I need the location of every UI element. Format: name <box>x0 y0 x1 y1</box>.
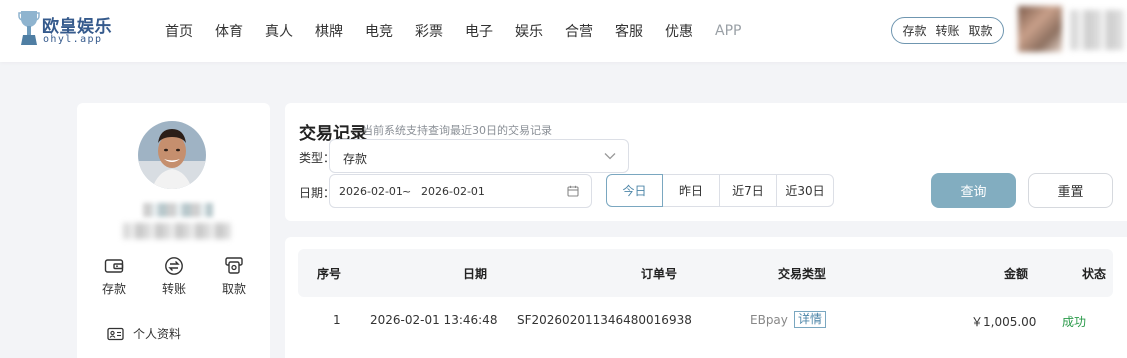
chevron-down-icon <box>604 153 616 160</box>
wallet-actions: 存款 转账 取款 <box>89 256 259 297</box>
withdraw-icon <box>224 256 244 276</box>
nav-partner[interactable]: 合营 <box>565 21 593 41</box>
preset-today[interactable]: 今日 <box>606 174 663 207</box>
page-subtitle: 当前系统支持查询最近30日的交易记录 <box>362 124 552 137</box>
sidebar-item-label: 个人资料 <box>133 327 182 341</box>
nav-sports[interactable]: 体育 <box>215 21 243 41</box>
withdraw-label: 取款 <box>221 282 246 296</box>
avatar-image <box>138 121 206 189</box>
row-status-badge: 成功 <box>1062 315 1087 329</box>
trophy-logo-icon <box>18 11 40 45</box>
date-range-picker[interactable]: 2026-02-01 ~ 2026-02-01 <box>329 174 592 208</box>
username-blurred <box>143 203 213 217</box>
preset-yesterday[interactable]: 昨日 <box>662 174 720 207</box>
nav-live[interactable]: 真人 <box>265 21 293 41</box>
row-type: EBpay <box>750 313 788 327</box>
date-range-presets: 今日 昨日 近7日 近30日 <box>606 174 834 207</box>
type-select[interactable]: 存款 <box>329 139 629 173</box>
column-header-date: 日期 <box>463 267 488 281</box>
quick-transfer-button[interactable]: 转账 <box>935 22 959 39</box>
type-select-value: 存款 <box>343 152 368 166</box>
user-sidebar: 存款 转账 取款 个人资料 <box>77 103 270 358</box>
quick-withdraw-button[interactable]: 取款 <box>968 22 992 39</box>
row-detail-link[interactable]: 详情 <box>794 311 827 328</box>
date-end: 2026-02-01 <box>421 185 485 198</box>
main-nav: 首页 体育 真人 棋牌 电竞 彩票 电子 娱乐 合营 客服 优惠 APP <box>165 0 763 62</box>
column-header-status: 状态 <box>1082 267 1107 281</box>
nav-slots[interactable]: 电子 <box>465 21 493 41</box>
column-header-index: 序号 <box>317 267 342 281</box>
nav-promotions[interactable]: 优惠 <box>665 21 693 41</box>
column-header-type: 交易类型 <box>778 267 827 281</box>
nav-lottery[interactable]: 彩票 <box>415 21 443 41</box>
row-date: 2026-02-01 13:46:48 <box>370 313 498 327</box>
nav-cards[interactable]: 棋牌 <box>315 21 343 41</box>
wallet-icon <box>104 256 124 276</box>
top-header: 欧皇娱乐 ohyl.app 首页 体育 真人 棋牌 电竞 彩票 电子 娱乐 合营… <box>0 0 1127 62</box>
query-button[interactable]: 查询 <box>931 173 1016 208</box>
preset-30-days[interactable]: 近30日 <box>776 174 834 207</box>
user-avatar <box>138 121 206 189</box>
brand-domain: ohyl.app <box>43 34 103 45</box>
table-header: 序号 日期 订单号 交易类型 金额 状态 <box>298 249 1113 297</box>
row-order-no: SF202602011346480016938 <box>517 313 692 327</box>
row-amount: ￥1,005.00 <box>971 315 1037 329</box>
transaction-filter-panel: 交易记录 当前系统支持查询最近30日的交易记录 类型： 存款 日期： 2026-… <box>285 103 1127 221</box>
nav-home[interactable]: 首页 <box>165 21 193 41</box>
nav-entertainment[interactable]: 娱乐 <box>515 21 543 41</box>
date-separator: ~ <box>402 185 412 198</box>
nav-support[interactable]: 客服 <box>615 21 643 41</box>
row-index: 1 <box>333 313 341 327</box>
nav-app[interactable]: APP <box>715 23 741 39</box>
transfer-action[interactable]: 转账 <box>149 256 199 297</box>
user-detail-blurred <box>123 223 231 239</box>
quick-deposit-button[interactable]: 存款 <box>902 22 926 39</box>
transfer-icon <box>164 256 184 276</box>
reset-button[interactable]: 重置 <box>1028 173 1113 208</box>
deposit-action[interactable]: 存款 <box>89 256 139 297</box>
transfer-label: 转账 <box>161 282 186 296</box>
sidebar-item-profile[interactable]: 个人资料 <box>107 325 181 342</box>
id-card-icon <box>107 327 124 340</box>
transaction-table: 序号 日期 订单号 交易类型 金额 状态 1 2026-02-01 13:46:… <box>285 237 1127 358</box>
quick-actions: 存款 转账 取款 <box>891 17 1004 44</box>
deposit-label: 存款 <box>101 282 126 296</box>
site-logo[interactable]: 欧皇娱乐 ohyl.app <box>18 9 118 49</box>
header-user-avatar-blurred[interactable] <box>1018 6 1062 52</box>
nav-esports[interactable]: 电竞 <box>365 21 393 41</box>
date-start: 2026-02-01 <box>339 185 403 198</box>
header-user-info-blurred <box>1070 10 1125 50</box>
column-header-amount: 金额 <box>1004 267 1029 281</box>
column-header-order-no: 订单号 <box>641 267 678 281</box>
preset-7-days[interactable]: 近7日 <box>719 174 777 207</box>
withdraw-action[interactable]: 取款 <box>209 256 259 297</box>
calendar-icon <box>567 185 579 197</box>
